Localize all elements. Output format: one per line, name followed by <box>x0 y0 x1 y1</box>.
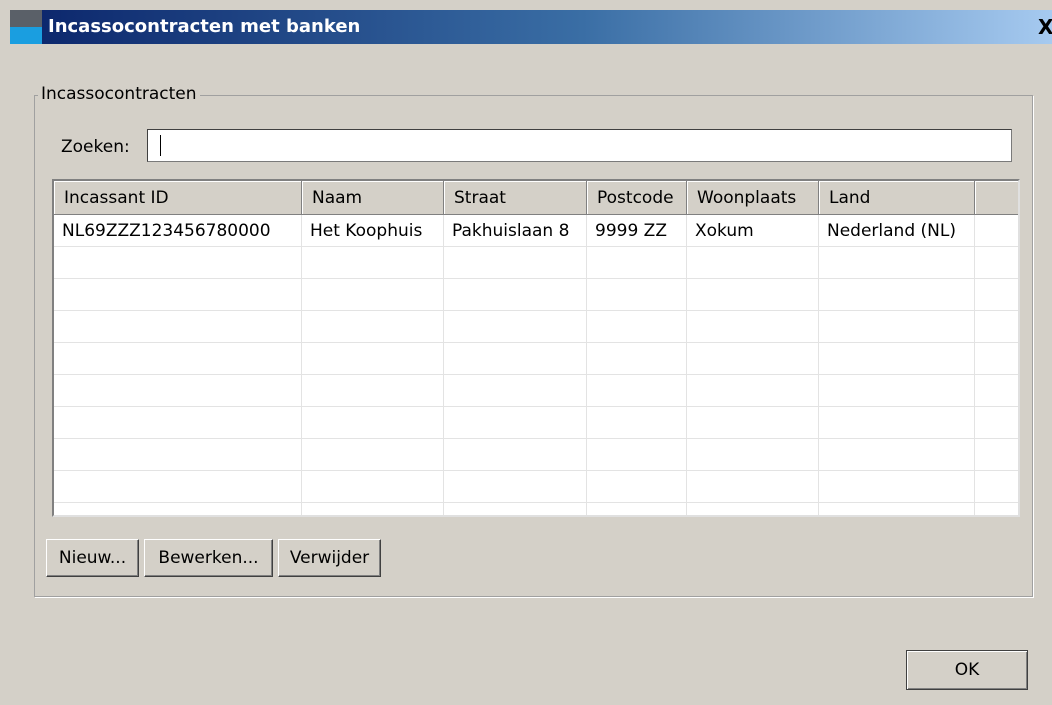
column-header-filler <box>975 181 1018 215</box>
contracts-table[interactable]: Incassant ID Naam Straat Postcode Woonpl… <box>52 179 1020 517</box>
title-bar: Incassocontracten met banken X <box>10 10 1052 44</box>
table-body: NL69ZZZ123456780000 Het Koophuis Pakhuis… <box>54 215 1018 515</box>
cell-postcode: 9999 ZZ <box>587 215 687 246</box>
cell-filler <box>975 215 1018 246</box>
empty-table-row <box>54 375 1018 407</box>
empty-table-row <box>54 503 1018 515</box>
window-title: Incassocontracten met banken <box>48 16 361 37</box>
search-label: Zoeken: <box>61 137 130 157</box>
column-header-straat[interactable]: Straat <box>444 181 587 215</box>
table-header: Incassant ID Naam Straat Postcode Woonpl… <box>54 181 1018 215</box>
new-button[interactable]: Nieuw... <box>46 539 139 577</box>
text-caret <box>160 135 161 156</box>
column-header-land[interactable]: Land <box>819 181 975 215</box>
column-header-naam[interactable]: Naam <box>302 181 444 215</box>
search-input[interactable] <box>147 129 1012 162</box>
table-row[interactable]: NL69ZZZ123456780000 Het Koophuis Pakhuis… <box>54 215 1018 247</box>
cell-incassant-id: NL69ZZZ123456780000 <box>54 215 302 246</box>
empty-table-row <box>54 343 1018 375</box>
empty-table-row <box>54 311 1018 343</box>
app-icon <box>10 10 42 44</box>
empty-table-row <box>54 439 1018 471</box>
groupbox-legend: Incassocontracten <box>38 84 200 104</box>
empty-table-row <box>54 247 1018 279</box>
cell-naam: Het Koophuis <box>302 215 444 246</box>
cell-woonplaats: Xokum <box>687 215 819 246</box>
column-header-woonplaats[interactable]: Woonplaats <box>687 181 819 215</box>
column-header-postcode[interactable]: Postcode <box>587 181 687 215</box>
empty-table-row <box>54 407 1018 439</box>
empty-table-row <box>54 471 1018 503</box>
cell-straat: Pakhuislaan 8 <box>444 215 587 246</box>
column-header-incassant-id[interactable]: Incassant ID <box>54 181 302 215</box>
ok-button[interactable]: OK <box>906 650 1028 690</box>
empty-table-row <box>54 279 1018 311</box>
close-button[interactable]: X <box>1038 14 1052 40</box>
delete-button[interactable]: Verwijder <box>278 539 381 577</box>
cell-land: Nederland (NL) <box>819 215 975 246</box>
edit-button[interactable]: Bewerken... <box>144 539 273 577</box>
